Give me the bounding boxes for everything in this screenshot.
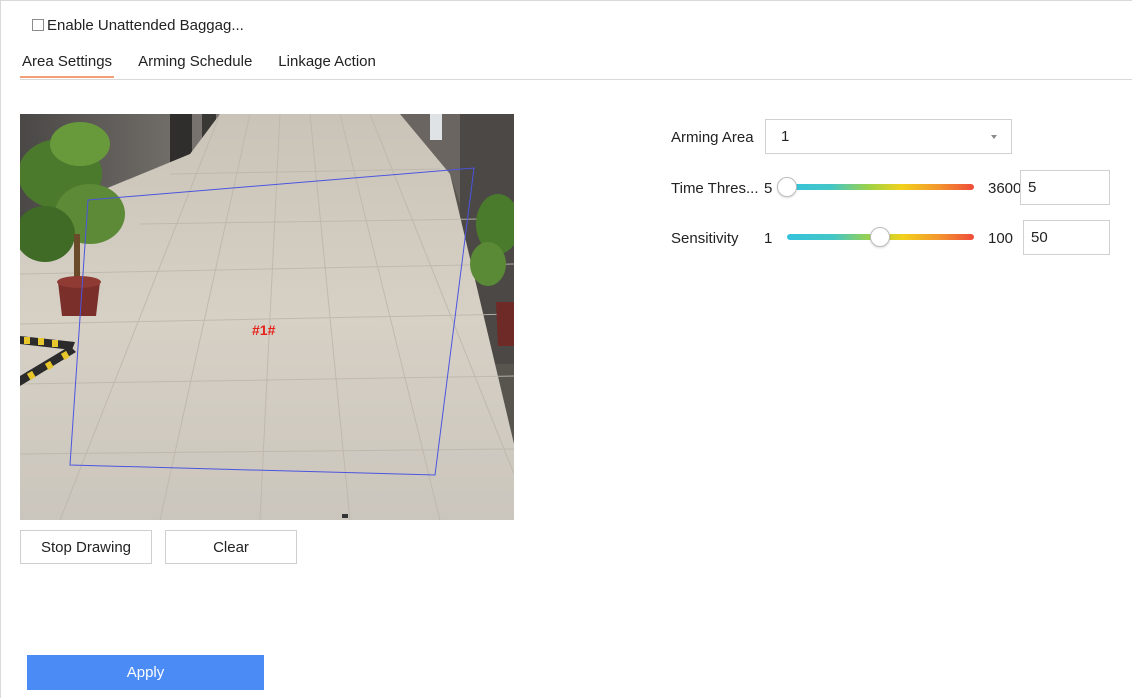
time-threshold-label: Time Thres... (671, 180, 759, 197)
tab-arming-schedule[interactable]: Arming Schedule (136, 52, 254, 78)
arming-area-select[interactable]: 1 (765, 119, 1012, 154)
stop-drawing-button[interactable]: Stop Drawing (20, 530, 152, 564)
sensitivity-min: 1 (764, 230, 773, 247)
region-label: #1# (252, 322, 276, 338)
clear-button[interactable]: Clear (165, 530, 297, 564)
enable-label: Enable Unattended Baggag... (47, 16, 244, 34)
sensitivity-label: Sensitivity (671, 230, 739, 247)
time-threshold-slider-handle[interactable] (777, 177, 797, 197)
enable-checkbox[interactable] (32, 19, 44, 31)
arming-area-label: Arming Area (671, 129, 754, 146)
tab-area-settings[interactable]: Area Settings (20, 52, 115, 78)
time-threshold-max: 3600 (988, 180, 1022, 197)
camera-scene: #1# (20, 114, 514, 520)
chevron-down-icon (991, 135, 997, 139)
arming-area-value: 1 (781, 128, 790, 145)
time-threshold-field-box[interactable] (1020, 170, 1110, 205)
sensitivity-max: 100 (988, 230, 1014, 247)
enable-unattended-baggage-toggle[interactable]: Enable Unattended Baggag... (32, 15, 244, 35)
sensitivity-slider-handle[interactable] (870, 227, 890, 247)
sensitivity-input[interactable] (1024, 221, 1109, 254)
tab-divider (20, 79, 1132, 80)
time-threshold-input[interactable] (1021, 171, 1109, 204)
apply-button[interactable]: Apply (27, 655, 264, 690)
panel-top-border (0, 0, 1132, 1)
sensitivity-field-box[interactable] (1023, 220, 1110, 255)
tab-bar: Area Settings Arming Schedule Linkage Ac… (20, 52, 400, 80)
camera-preview[interactable]: #1# (20, 114, 514, 520)
tab-linkage-action[interactable]: Linkage Action (276, 52, 378, 78)
panel-left-border (0, 0, 1, 698)
time-threshold-min: 5 (764, 180, 773, 197)
time-threshold-slider-track[interactable] (784, 184, 974, 190)
